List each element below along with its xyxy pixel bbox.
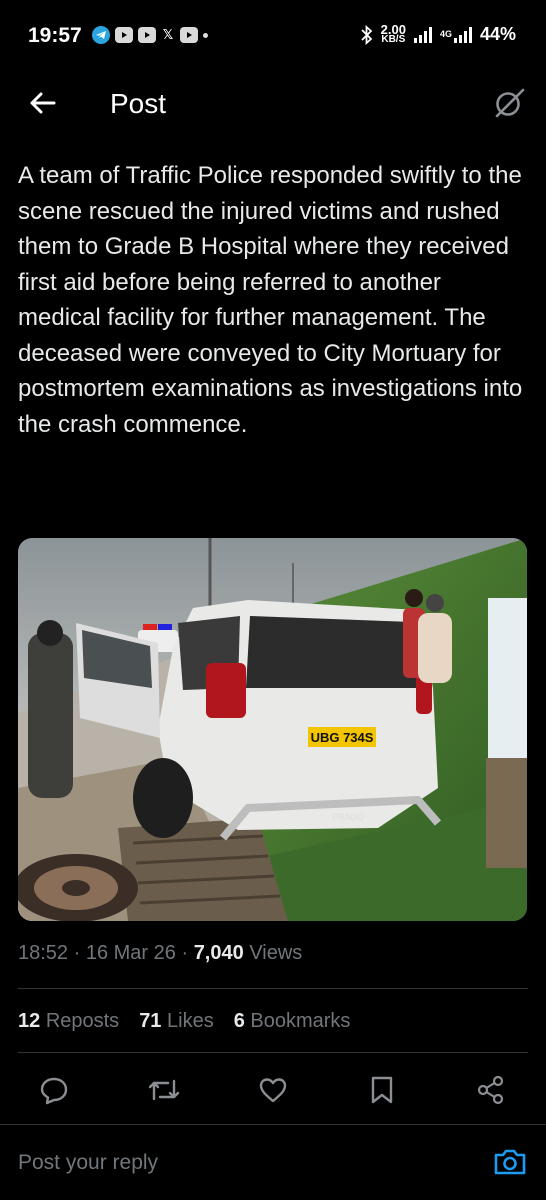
youtube-icon [115,27,133,43]
divider [18,1052,528,1053]
divider [0,1124,546,1125]
page-title: Post [110,88,167,119]
post-date: 16 Mar 26 [85,942,176,964]
reply-button[interactable] [34,1070,74,1110]
views-label: Views [249,942,303,964]
youtube-icon [138,27,156,43]
more-notifications-dot [203,32,208,38]
status-bar: 19:57 𝕏 2.00 KB/S 4G 44% [0,0,546,72]
camera-icon [494,1149,526,1175]
signal-icon [453,26,472,43]
status-time: 19:57 [28,24,82,47]
bluetooth-icon [361,24,372,45]
signal-icon [413,26,432,43]
reply-input[interactable]: Post your reply [18,1151,158,1175]
network-speed: 2.00 KB/S [380,21,406,45]
battery-level: 44% [479,24,516,44]
car-badge-text: PRADO [332,812,364,822]
bookmark-icon [371,1076,393,1104]
license-plate-text: UBG 734S [311,730,374,745]
post-meta: 18:52 · 16 Mar 26 · 7,040 Views [18,942,303,964]
grok-icon [495,88,525,118]
reposts-stat[interactable]: 12 Reposts [18,1010,119,1033]
back-arrow-icon [30,92,56,114]
bookmark-button[interactable] [362,1070,402,1110]
reply-icon [40,1077,68,1105]
share-icon [477,1075,504,1105]
share-button[interactable] [471,1070,511,1110]
x-logo-icon: 𝕏 [162,27,174,42]
telegram-icon [92,26,110,44]
grok-button[interactable] [492,86,526,120]
like-icon [259,1078,287,1103]
back-button[interactable] [26,86,60,120]
system-icons: 2.00 KB/S 4G 44% [361,21,516,45]
bookmarks-stat[interactable]: 6 Bookmarks [234,1010,351,1033]
network-type: 4G [439,29,452,39]
camera-button[interactable] [492,1144,528,1180]
post-time: 18:52 [18,942,69,964]
post-stats: 12 Reposts 71 Likes 6 Bookmarks [18,1010,350,1033]
views-count: 7,040 [193,942,244,964]
repost-button[interactable] [144,1070,184,1110]
notification-icons: 𝕏 [92,26,208,44]
repost-icon [148,1079,180,1101]
action-bar [0,1070,546,1114]
youtube-icon [180,27,198,43]
divider [18,988,528,989]
post-text: A team of Traffic Police responded swift… [18,162,523,438]
post-image[interactable]: UBG 734S PRADO [18,538,527,921]
likes-stat[interactable]: 71 Likes [139,1010,214,1033]
like-button[interactable] [253,1070,293,1110]
